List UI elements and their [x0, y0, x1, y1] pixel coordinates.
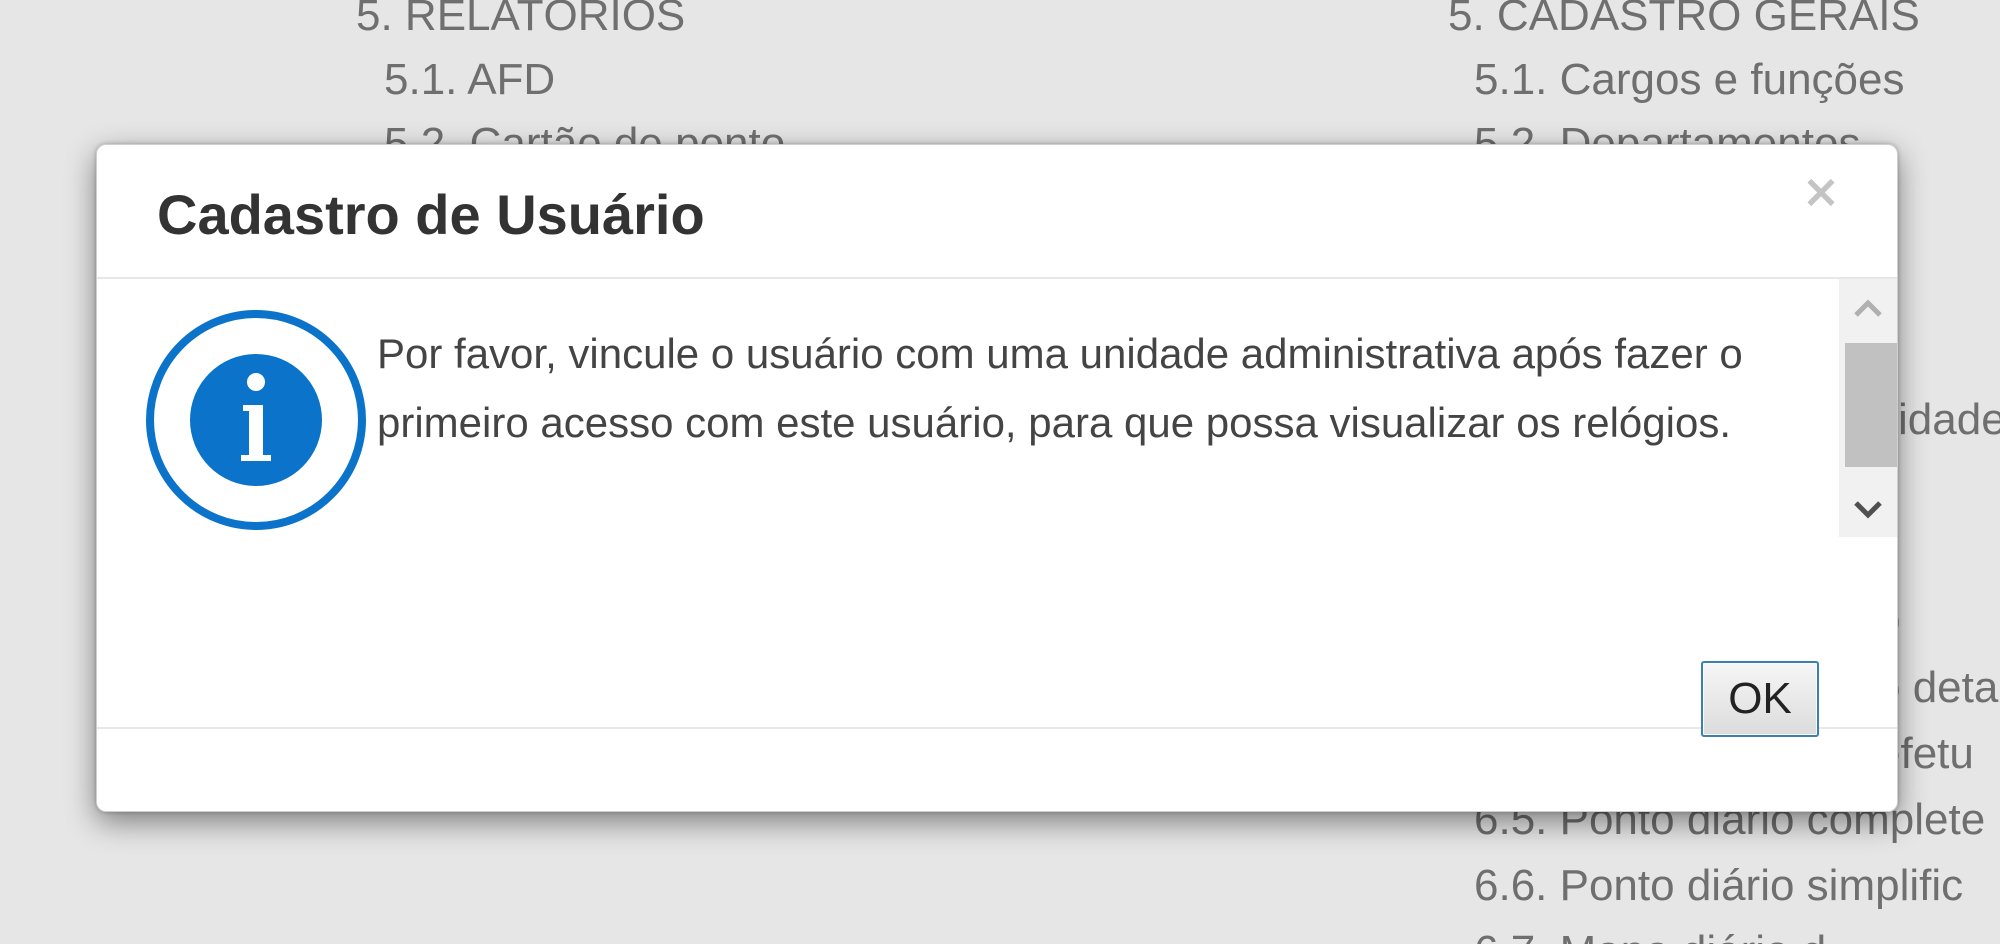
chevron-up-icon [1854, 299, 1882, 317]
dialog-message: Por favor, vincule o usuário com uma uni… [377, 330, 1743, 446]
scroll-up-button[interactable] [1839, 279, 1897, 335]
message-scrollbar[interactable] [1839, 279, 1897, 537]
dialog-footer [97, 729, 1897, 811]
dialog-title: Cadastro de Usuário [157, 183, 705, 246]
dialog-header: Cadastro de Usuário × [97, 145, 1897, 279]
ok-button[interactable]: OK [1701, 661, 1819, 737]
chevron-down-icon [1854, 501, 1882, 519]
user-registration-dialog: Cadastro de Usuário × Por favor, vincule… [96, 144, 1898, 812]
scrollbar-thumb[interactable] [1845, 343, 1897, 467]
scroll-down-button[interactable] [1839, 481, 1897, 537]
dialog-body: Por favor, vincule o usuário com uma uni… [97, 279, 1897, 729]
close-button[interactable]: × [1799, 161, 1843, 221]
info-icon [146, 310, 366, 530]
